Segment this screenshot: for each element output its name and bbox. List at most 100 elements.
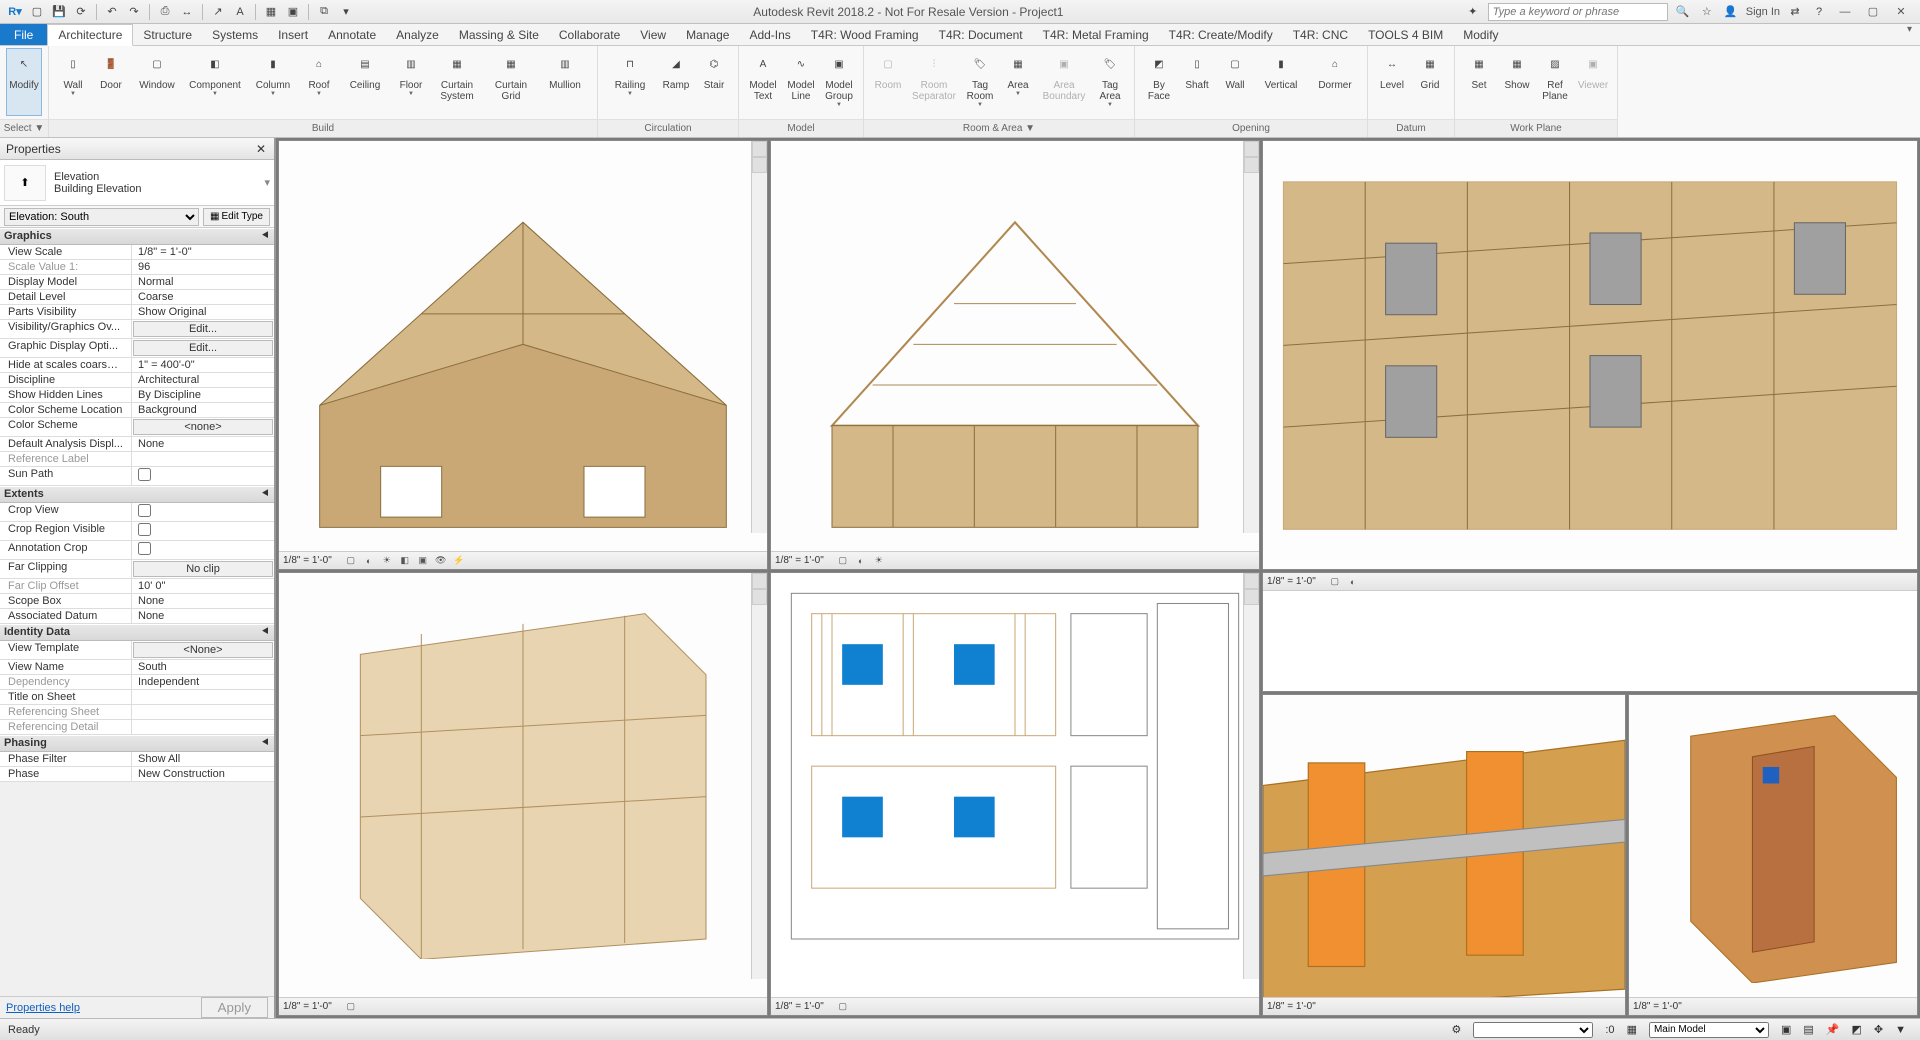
- apply-button[interactable]: Apply: [201, 997, 268, 1018]
- prop-row[interactable]: Scope BoxNone: [0, 594, 274, 609]
- group-label-select[interactable]: Select ▼: [0, 119, 48, 137]
- roof-button[interactable]: ⌂Roof▼: [301, 48, 337, 116]
- prop-value[interactable]: None: [132, 594, 274, 608]
- switch-windows-icon[interactable]: ⧉: [315, 3, 333, 21]
- by-face-button[interactable]: ◩By Face: [1141, 48, 1177, 116]
- prop-row[interactable]: Show Hidden LinesBy Discipline: [0, 388, 274, 403]
- prop-value[interactable]: By Discipline: [132, 388, 274, 402]
- prop-section-phasing[interactable]: Phasing⯇: [0, 735, 274, 752]
- dormer-button[interactable]: ⌂Dormer: [1309, 48, 1361, 116]
- tab-t4r-document[interactable]: T4R: Document: [929, 24, 1033, 45]
- prop-section-identity[interactable]: Identity Data⯇: [0, 624, 274, 641]
- status-select-underlay-icon[interactable]: ▤: [1797, 1023, 1819, 1036]
- status-select-face-icon[interactable]: ◩: [1845, 1023, 1867, 1036]
- exchange-icon[interactable]: ⇄: [1786, 3, 1804, 21]
- window-button[interactable]: ▢Window: [131, 48, 183, 116]
- view-scale-label[interactable]: 1/8" = 1'-0": [283, 555, 332, 566]
- prop-row[interactable]: Detail LevelCoarse: [0, 290, 274, 305]
- ribbon-collapse-icon[interactable]: ▾: [1899, 24, 1920, 45]
- close-hidden-icon[interactable]: ▣: [284, 3, 302, 21]
- prop-row[interactable]: View Scale1/8" = 1'-0": [0, 245, 274, 260]
- status-select-pinned-icon[interactable]: 📌: [1820, 1023, 1846, 1036]
- prop-row[interactable]: Crop View: [0, 503, 274, 522]
- prop-value[interactable]: [132, 467, 274, 485]
- prop-value[interactable]: [132, 541, 274, 559]
- prop-value[interactable]: [132, 705, 274, 719]
- area-boundary-button[interactable]: ▣Area Boundary: [1038, 48, 1090, 116]
- view-scale-label[interactable]: 1/8" = 1'-0": [1633, 1001, 1682, 1012]
- room-separator-button[interactable]: ⫶Room Separator: [908, 48, 960, 116]
- app-menu-icon[interactable]: R▾: [6, 3, 24, 21]
- shaft-button[interactable]: ▯Shaft: [1179, 48, 1215, 116]
- scrollbar-v[interactable]: [1243, 141, 1259, 533]
- set-button[interactable]: ▦Set: [1461, 48, 1497, 116]
- vp-detail-icon[interactable]: ▢: [344, 1000, 358, 1014]
- stair-button[interactable]: ⌬Stair: [696, 48, 732, 116]
- open-icon[interactable]: ▢: [28, 3, 46, 21]
- prop-row[interactable]: Parts VisibilityShow Original: [0, 305, 274, 320]
- ref-plane-button[interactable]: ▨Ref Plane: [1537, 48, 1573, 116]
- column-button[interactable]: ▮Column▼: [247, 48, 299, 116]
- prop-value[interactable]: Independent: [132, 675, 274, 689]
- tab-collaborate[interactable]: Collaborate: [549, 24, 630, 45]
- prop-row[interactable]: Color Scheme LocationBackground: [0, 403, 274, 418]
- view-scale-label[interactable]: 1/8" = 1'-0": [283, 1001, 332, 1012]
- prop-value[interactable]: Show All: [132, 752, 274, 766]
- vp-shadow-icon[interactable]: ◧: [398, 554, 412, 568]
- viewport-4[interactable]: 1/8" = 1'-0" ▢: [278, 572, 768, 1016]
- tab-manage[interactable]: Manage: [676, 24, 739, 45]
- curtain-system-button[interactable]: ▦Curtain System: [431, 48, 483, 116]
- prop-row[interactable]: DependencyIndependent: [0, 675, 274, 690]
- prop-value[interactable]: Architectural: [132, 373, 274, 387]
- tab-modify[interactable]: Modify: [1453, 24, 1508, 45]
- prop-value[interactable]: Edit...: [133, 321, 273, 337]
- edit-type-button[interactable]: ▦Edit Type: [203, 208, 270, 226]
- prop-value[interactable]: Show Original: [132, 305, 274, 319]
- redo-icon[interactable]: ↷: [125, 3, 143, 21]
- prop-row[interactable]: Hide at scales coarser...1" = 400'-0": [0, 358, 274, 373]
- prop-value[interactable]: 96: [132, 260, 274, 274]
- curtain-grid-button[interactable]: ▦Curtain Grid: [485, 48, 537, 116]
- ramp-button[interactable]: ◢Ramp: [658, 48, 694, 116]
- undo-icon[interactable]: ↶: [103, 3, 121, 21]
- vertical-button[interactable]: ▮Vertical: [1255, 48, 1307, 116]
- prop-value[interactable]: [132, 503, 274, 521]
- instance-selector[interactable]: Elevation: South: [4, 208, 199, 226]
- prop-row[interactable]: Title on Sheet: [0, 690, 274, 705]
- viewport-3[interactable]: [1262, 140, 1918, 570]
- model-line-button[interactable]: ∿Model Line: [783, 48, 819, 116]
- tab-structure[interactable]: Structure: [133, 24, 202, 45]
- model-text-button[interactable]: AModel Text: [745, 48, 781, 116]
- floor-button[interactable]: ▥Floor▼: [393, 48, 429, 116]
- close-button[interactable]: ✕: [1890, 3, 1912, 21]
- wall-button[interactable]: ▯Wall▼: [55, 48, 91, 116]
- area-button[interactable]: ▦Area▼: [1000, 48, 1036, 116]
- railing-button[interactable]: ⊓Railing▼: [604, 48, 656, 116]
- vp-crop-icon[interactable]: ▣: [416, 554, 430, 568]
- dimension-icon[interactable]: ↗: [209, 3, 227, 21]
- prop-value[interactable]: 10' 0": [132, 579, 274, 593]
- prop-value[interactable]: Background: [132, 403, 274, 417]
- prop-row[interactable]: Reference Label: [0, 452, 274, 467]
- viewport-2[interactable]: 1/8" = 1'-0" ▢ ◐ ☀: [770, 140, 1260, 570]
- tab-view[interactable]: View: [630, 24, 676, 45]
- prop-value[interactable]: [132, 452, 274, 466]
- prop-value[interactable]: Edit...: [133, 340, 273, 356]
- viewport-3b[interactable]: 1/8" = 1'-0" ▢ ◐: [1262, 572, 1918, 692]
- prop-value[interactable]: [132, 522, 274, 540]
- sync-icon[interactable]: ⟳: [72, 3, 90, 21]
- prop-value[interactable]: South: [132, 660, 274, 674]
- star-icon[interactable]: ☆: [1698, 3, 1716, 21]
- tab-architecture[interactable]: Architecture: [47, 24, 133, 46]
- vp-detail-icon[interactable]: ▢: [836, 554, 850, 568]
- status-drag-icon[interactable]: ✥: [1868, 1023, 1889, 1036]
- prop-row[interactable]: Default Analysis Displ...None: [0, 437, 274, 452]
- prop-row[interactable]: Far Clip Offset10' 0": [0, 579, 274, 594]
- prop-value[interactable]: [132, 690, 274, 704]
- measure-icon[interactable]: ↔: [178, 3, 196, 21]
- prop-section-extents[interactable]: Extents⯇: [0, 486, 274, 503]
- signin-label[interactable]: Sign In: [1746, 6, 1780, 18]
- status-worksets-icon[interactable]: ⚙: [1446, 1023, 1468, 1036]
- prop-row[interactable]: Associated DatumNone: [0, 609, 274, 624]
- vp-reveal-icon[interactable]: ⚡: [452, 554, 466, 568]
